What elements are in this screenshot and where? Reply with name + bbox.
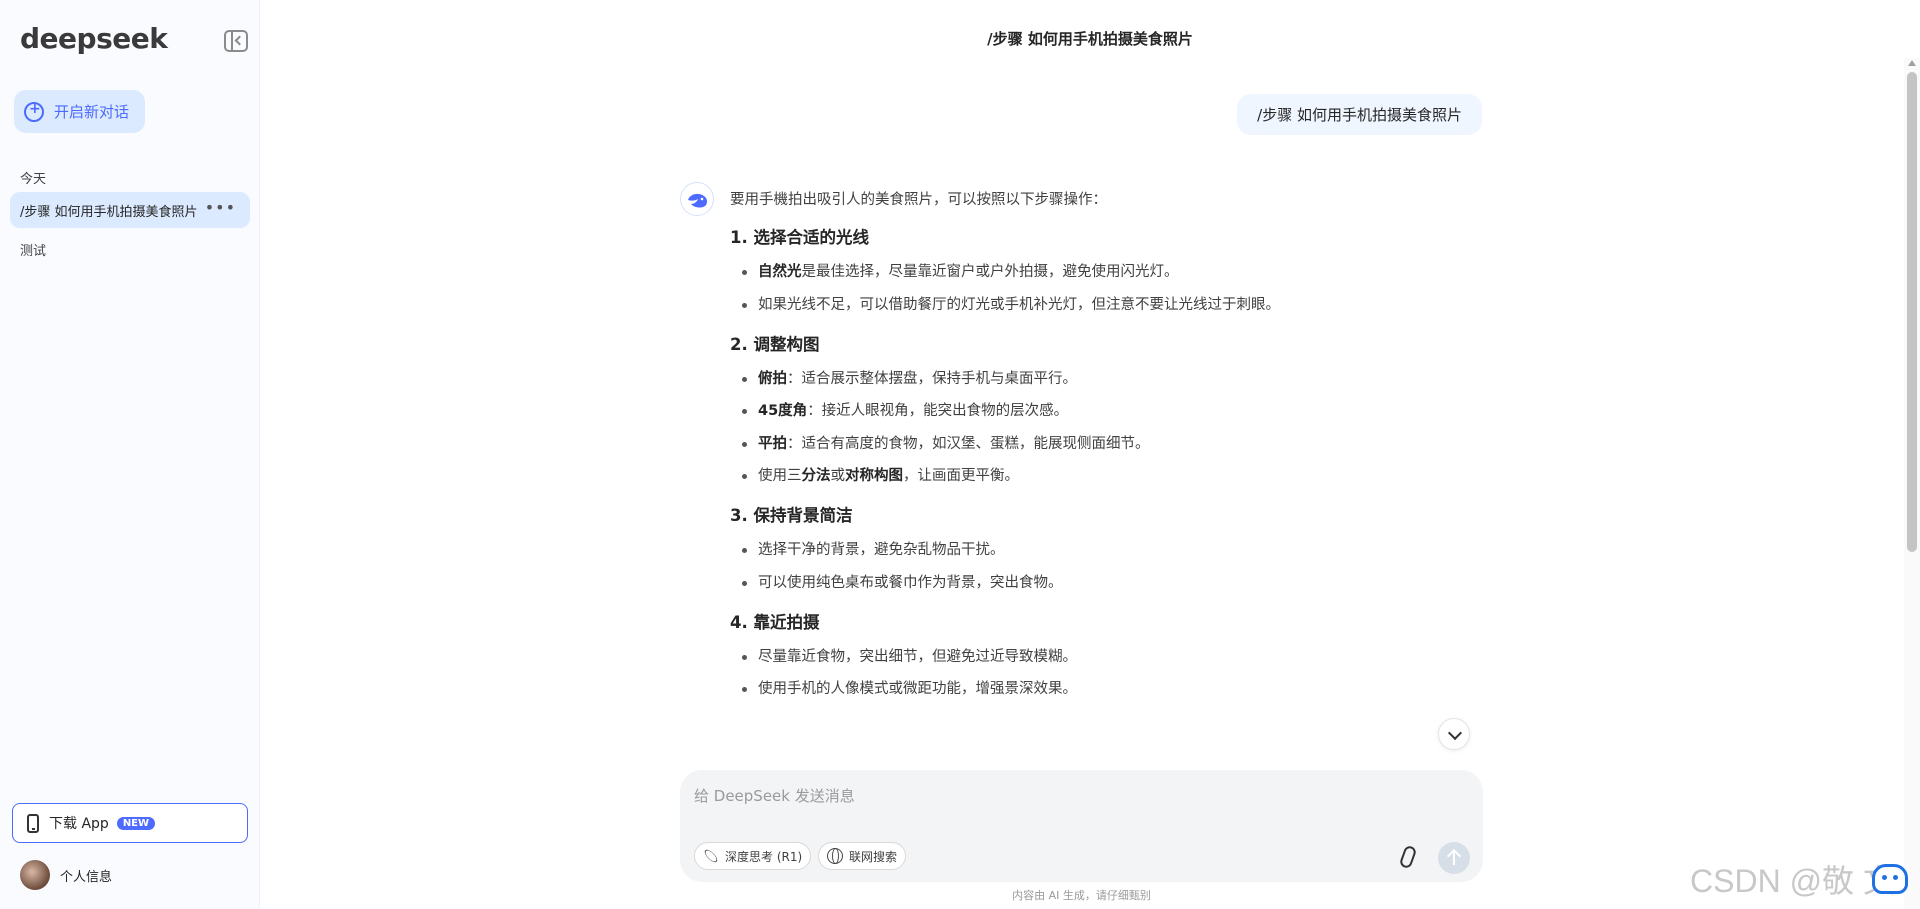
scroll-up-arrow-icon[interactable] xyxy=(1908,60,1916,66)
message-composer: 深度思考 (R1) 联网搜索 xyxy=(680,770,1483,882)
history-item[interactable]: /步骤 如何用手机拍摄美食照片 ••• xyxy=(10,192,250,228)
profile-button[interactable]: 个人信息 xyxy=(20,860,112,890)
list-item: 选择干净的背景，避免杂乱物品干扰。 xyxy=(730,540,1510,560)
list-item: 45度角：接近人眼视角，能突出食物的层次感。 xyxy=(730,401,1510,421)
atom-icon xyxy=(702,847,720,865)
deep-think-toggle[interactable]: 深度思考 (R1) xyxy=(694,842,812,870)
web-search-toggle[interactable]: 联网搜索 xyxy=(818,842,907,870)
assistant-robot-icon[interactable] xyxy=(1872,864,1908,894)
send-button[interactable] xyxy=(1438,842,1470,874)
list-item: 俯拍：适合展示整体摆盘，保持手机与桌面平行。 xyxy=(730,369,1510,389)
history-section-today: 今天 xyxy=(20,172,47,187)
list-item: 可以使用纯色桌布或餐巾作为背景，突出食物。 xyxy=(730,573,1510,593)
ai-disclaimer: 内容由 AI 生成，请仔细甄别 xyxy=(1012,889,1151,902)
section-list: 俯拍：适合展示整体摆盘，保持手机与桌面平行。 45度角：接近人眼视角，能突出食物… xyxy=(730,369,1510,487)
list-item: 使用三分法或对称构图，让画面更平衡。 xyxy=(730,466,1510,486)
profile-label: 个人信息 xyxy=(60,869,113,885)
phone-icon xyxy=(27,813,39,833)
message-input[interactable] xyxy=(694,784,1454,808)
section-list: 自然光是最佳选择，尽量靠近窗户或户外拍摄，避免使用闪光灯。 如果光线不足，可以借… xyxy=(730,262,1510,315)
section-list: 选择干净的背景，避免杂乱物品干扰。 可以使用纯色桌布或餐巾作为背景，突出食物。 xyxy=(730,540,1510,593)
attach-file-icon[interactable] xyxy=(1398,844,1418,870)
download-app-label: 下载 App xyxy=(49,816,109,832)
new-chat-button[interactable]: 开启新对话 xyxy=(14,90,145,133)
globe-icon xyxy=(827,848,843,864)
collapse-sidebar-icon[interactable] xyxy=(224,30,248,52)
more-options-icon[interactable]: ••• xyxy=(205,198,236,217)
answer-intro: 要用手機拍出吸引人的美食照片，可以按照以下步骤操作： xyxy=(730,192,1107,208)
new-badge: NEW xyxy=(116,816,156,830)
deepseek-logo[interactable]: deepseek xyxy=(20,22,168,55)
chat-title: /步骤 如何用手机拍摄美食照片 xyxy=(987,30,1193,48)
new-chat-icon xyxy=(24,101,44,122)
scrollbar-thumb[interactable] xyxy=(1907,72,1917,552)
csdn-watermark: CSDN @敬 文 xyxy=(1690,863,1895,899)
scroll-to-bottom-button[interactable] xyxy=(1438,718,1470,750)
new-chat-label: 开启新对话 xyxy=(54,103,130,121)
list-item: 尽量靠近食物，突出细节，但避免过近导致模糊。 xyxy=(730,647,1510,667)
deepseek-whale-icon xyxy=(680,182,714,216)
deep-think-label: 深度思考 (R1) xyxy=(725,849,803,864)
list-item: 使用手机的人像模式或微距功能，增强景深效果。 xyxy=(730,679,1510,699)
history-item[interactable]: 测试 xyxy=(20,240,46,259)
history-item-title: /步骤 如何用手机拍摄美食照片 xyxy=(20,204,198,220)
list-item: 自然光是最佳选择，尽量靠近窗户或户外拍摄，避免使用闪光灯。 xyxy=(730,262,1510,282)
scrollbar[interactable] xyxy=(1904,58,1920,909)
list-item: 如果光线不足，可以借助餐厅的灯光或手机补光灯，但注意不要让光线过于刺眼。 xyxy=(730,295,1510,315)
section-heading: 1. 选择合适的光线 xyxy=(730,228,869,247)
download-app-button[interactable]: 下载 App NEW xyxy=(12,803,248,843)
sidebar: deepseek 开启新对话 今天 /步骤 如何用手机拍摄美食照片 ••• 测试… xyxy=(0,0,260,909)
list-item: 平拍：适合有高度的食物，如汉堡、蛋糕，能展现侧面细节。 xyxy=(730,434,1510,454)
section-list: 尽量靠近食物，突出细节，但避免过近导致模糊。 使用手机的人像模式或微距功能，增强… xyxy=(730,647,1510,700)
section-heading: 2. 调整构图 xyxy=(730,334,820,354)
section-heading: 3. 保持背景简洁 xyxy=(730,506,853,525)
avatar xyxy=(20,860,50,890)
section-heading: 4. 靠近拍摄 xyxy=(730,612,820,632)
web-search-label: 联网搜索 xyxy=(849,849,898,864)
answer-body: 要用手機拍出吸引人的美食照片，可以按照以下步骤操作： 1. 选择合适的光线 自然… xyxy=(730,190,1510,717)
user-message: /步骤 如何用手机拍摄美食照片 xyxy=(1237,94,1482,135)
